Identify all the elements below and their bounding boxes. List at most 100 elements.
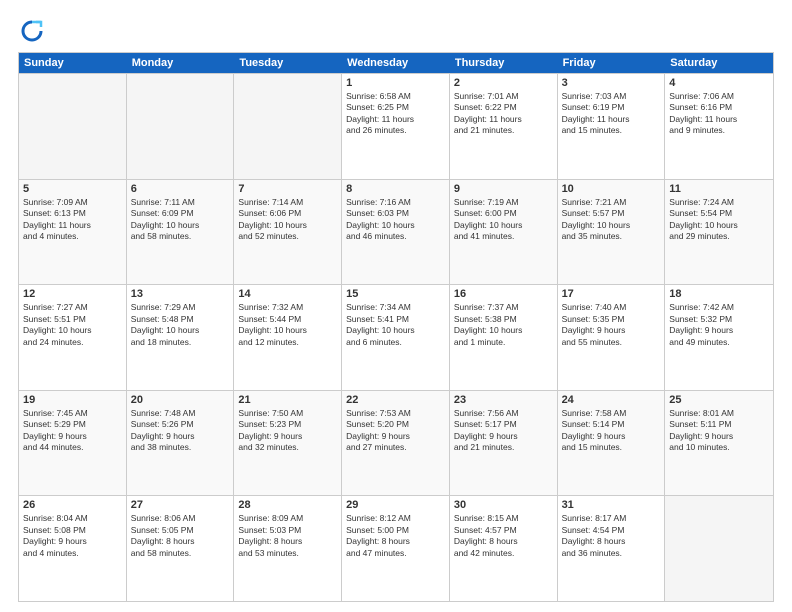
cell-line: Daylight: 11 hours: [23, 220, 122, 231]
cell-line: Sunrise: 7:29 AM: [131, 302, 230, 313]
cell-line: and 10 minutes.: [669, 442, 769, 453]
cell-line: and 46 minutes.: [346, 231, 445, 242]
cal-cell: 12Sunrise: 7:27 AMSunset: 5:51 PMDayligh…: [19, 285, 127, 390]
day-number: 7: [238, 183, 337, 195]
cell-line: Sunset: 5:48 PM: [131, 314, 230, 325]
logo-icon: [18, 18, 46, 46]
cell-line: Sunrise: 7:09 AM: [23, 197, 122, 208]
cell-line: and 35 minutes.: [562, 231, 661, 242]
cell-line: Sunset: 6:19 PM: [562, 102, 661, 113]
day-number: 20: [131, 394, 230, 406]
cell-line: Sunset: 5:05 PM: [131, 525, 230, 536]
cal-cell: 17Sunrise: 7:40 AMSunset: 5:35 PMDayligh…: [558, 285, 666, 390]
cell-line: and 6 minutes.: [346, 337, 445, 348]
day-number: 29: [346, 499, 445, 511]
cell-line: Sunrise: 7:50 AM: [238, 408, 337, 419]
cell-line: and 4 minutes.: [23, 548, 122, 559]
cal-header-thursday: Thursday: [450, 53, 558, 73]
cell-line: and 12 minutes.: [238, 337, 337, 348]
cal-cell: 28Sunrise: 8:09 AMSunset: 5:03 PMDayligh…: [234, 496, 342, 601]
cell-line: Sunrise: 7:58 AM: [562, 408, 661, 419]
cal-week-3: 12Sunrise: 7:27 AMSunset: 5:51 PMDayligh…: [19, 284, 773, 390]
header: [18, 18, 774, 46]
cell-line: Sunset: 6:25 PM: [346, 102, 445, 113]
cell-line: and 58 minutes.: [131, 231, 230, 242]
cell-line: Daylight: 10 hours: [346, 220, 445, 231]
cal-cell: 4Sunrise: 7:06 AMSunset: 6:16 PMDaylight…: [665, 74, 773, 179]
day-number: 5: [23, 183, 122, 195]
cal-cell: 8Sunrise: 7:16 AMSunset: 6:03 PMDaylight…: [342, 180, 450, 285]
cal-cell: 16Sunrise: 7:37 AMSunset: 5:38 PMDayligh…: [450, 285, 558, 390]
cal-header-saturday: Saturday: [665, 53, 773, 73]
cell-line: Sunrise: 7:37 AM: [454, 302, 553, 313]
calendar-body: 1Sunrise: 6:58 AMSunset: 6:25 PMDaylight…: [19, 73, 773, 601]
cell-line: Sunrise: 7:34 AM: [346, 302, 445, 313]
cell-line: Sunrise: 7:11 AM: [131, 197, 230, 208]
cell-line: Sunrise: 8:17 AM: [562, 513, 661, 524]
cal-cell: 30Sunrise: 8:15 AMSunset: 4:57 PMDayligh…: [450, 496, 558, 601]
cell-line: Sunset: 5:20 PM: [346, 419, 445, 430]
cell-line: Sunset: 4:54 PM: [562, 525, 661, 536]
cell-line: Sunrise: 7:32 AM: [238, 302, 337, 313]
cal-cell: [665, 496, 773, 601]
cal-cell: [127, 74, 235, 179]
cell-line: Sunset: 4:57 PM: [454, 525, 553, 536]
cell-line: Daylight: 10 hours: [454, 325, 553, 336]
cell-line: Daylight: 11 hours: [454, 114, 553, 125]
cell-line: Sunset: 6:16 PM: [669, 102, 769, 113]
day-number: 19: [23, 394, 122, 406]
cell-line: Sunrise: 7:16 AM: [346, 197, 445, 208]
cell-line: and 41 minutes.: [454, 231, 553, 242]
cell-line: Sunrise: 7:01 AM: [454, 91, 553, 102]
cell-line: Sunrise: 8:06 AM: [131, 513, 230, 524]
cell-line: Sunrise: 7:27 AM: [23, 302, 122, 313]
day-number: 3: [562, 77, 661, 89]
day-number: 21: [238, 394, 337, 406]
day-number: 4: [669, 77, 769, 89]
cell-line: Daylight: 10 hours: [238, 220, 337, 231]
cal-cell: 20Sunrise: 7:48 AMSunset: 5:26 PMDayligh…: [127, 391, 235, 496]
cell-line: and 42 minutes.: [454, 548, 553, 559]
cell-line: Daylight: 9 hours: [238, 431, 337, 442]
cell-line: and 9 minutes.: [669, 125, 769, 136]
cal-cell: 3Sunrise: 7:03 AMSunset: 6:19 PMDaylight…: [558, 74, 666, 179]
cell-line: Sunset: 5:32 PM: [669, 314, 769, 325]
cal-header-monday: Monday: [127, 53, 235, 73]
cal-header-tuesday: Tuesday: [234, 53, 342, 73]
cal-week-2: 5Sunrise: 7:09 AMSunset: 6:13 PMDaylight…: [19, 179, 773, 285]
cell-line: Sunrise: 8:15 AM: [454, 513, 553, 524]
day-number: 15: [346, 288, 445, 300]
cal-week-5: 26Sunrise: 8:04 AMSunset: 5:08 PMDayligh…: [19, 495, 773, 601]
cal-cell: 11Sunrise: 7:24 AMSunset: 5:54 PMDayligh…: [665, 180, 773, 285]
cell-line: Daylight: 9 hours: [669, 431, 769, 442]
cal-header-friday: Friday: [558, 53, 666, 73]
cal-cell: 14Sunrise: 7:32 AMSunset: 5:44 PMDayligh…: [234, 285, 342, 390]
day-number: 27: [131, 499, 230, 511]
cal-cell: 22Sunrise: 7:53 AMSunset: 5:20 PMDayligh…: [342, 391, 450, 496]
cell-line: Sunset: 5:29 PM: [23, 419, 122, 430]
cell-line: and 29 minutes.: [669, 231, 769, 242]
day-number: 31: [562, 499, 661, 511]
day-number: 24: [562, 394, 661, 406]
cell-line: Daylight: 10 hours: [23, 325, 122, 336]
cal-cell: 13Sunrise: 7:29 AMSunset: 5:48 PMDayligh…: [127, 285, 235, 390]
cell-line: Daylight: 9 hours: [23, 536, 122, 547]
cell-line: Sunrise: 7:21 AM: [562, 197, 661, 208]
cal-cell: 15Sunrise: 7:34 AMSunset: 5:41 PMDayligh…: [342, 285, 450, 390]
cell-line: Sunrise: 6:58 AM: [346, 91, 445, 102]
cal-cell: 5Sunrise: 7:09 AMSunset: 6:13 PMDaylight…: [19, 180, 127, 285]
cell-line: Daylight: 9 hours: [23, 431, 122, 442]
cell-line: Sunset: 6:06 PM: [238, 208, 337, 219]
page: SundayMondayTuesdayWednesdayThursdayFrid…: [0, 0, 792, 612]
cell-line: Daylight: 8 hours: [562, 536, 661, 547]
day-number: 6: [131, 183, 230, 195]
cell-line: Daylight: 8 hours: [346, 536, 445, 547]
cal-header-wednesday: Wednesday: [342, 53, 450, 73]
cal-cell: 19Sunrise: 7:45 AMSunset: 5:29 PMDayligh…: [19, 391, 127, 496]
cell-line: Daylight: 8 hours: [131, 536, 230, 547]
cal-cell: [234, 74, 342, 179]
cell-line: Sunrise: 7:53 AM: [346, 408, 445, 419]
cell-line: Sunset: 5:17 PM: [454, 419, 553, 430]
day-number: 26: [23, 499, 122, 511]
cell-line: and 55 minutes.: [562, 337, 661, 348]
